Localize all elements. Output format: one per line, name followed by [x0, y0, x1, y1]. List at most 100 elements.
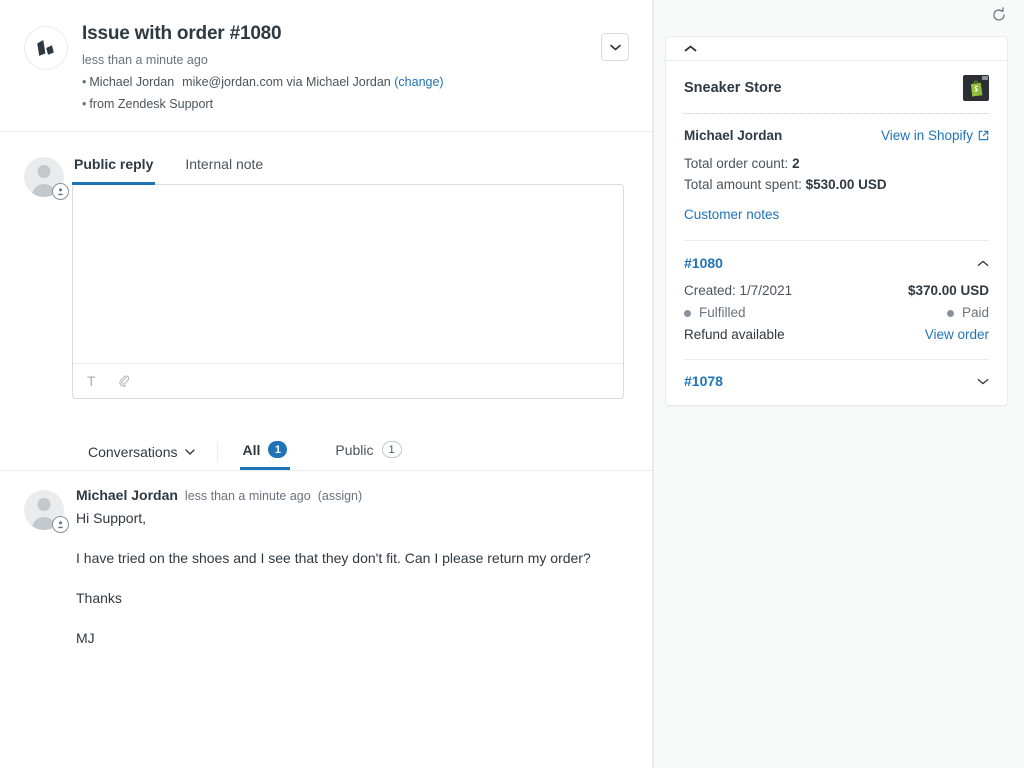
chevron-up-glyph — [977, 260, 989, 267]
apps-sidebar: Sneaker Store Michael Jordan — [653, 0, 1024, 768]
comment-paragraph: Hi Support, — [76, 508, 628, 528]
tab-all-conversations[interactable]: All 1 — [240, 441, 291, 470]
text-format-icon[interactable]: T — [87, 374, 96, 388]
store-header: Sneaker Store — [684, 75, 989, 114]
composer: Public reply Internal note T — [0, 132, 652, 399]
comment-paragraph: MJ — [76, 628, 628, 648]
assign-link[interactable]: (assign) — [318, 489, 362, 503]
total-amount-spent: Total amount spent: $530.00 USD — [684, 174, 989, 195]
main-pane: Issue with order #1080 less than a minut… — [0, 0, 653, 768]
comment-author: Michael Jordan — [76, 487, 178, 503]
avatar — [24, 157, 64, 197]
order-status-row: Fulfilled Paid — [684, 302, 989, 324]
toolbar-divider — [217, 442, 218, 462]
app-card-body: Sneaker Store Michael Jordan — [666, 61, 1007, 405]
ticket-requester-line: •Michael Jordan mike@jordan.com via Micha… — [82, 73, 628, 91]
chevron-down-icon — [185, 449, 195, 455]
order-created-date: Created: 1/7/2021 — [684, 280, 792, 302]
composer-tabs: Public reply Internal note — [72, 150, 624, 185]
chevron-down-glyph — [977, 378, 989, 385]
comment-paragraph: Thanks — [76, 588, 628, 608]
tab-internal-note[interactable]: Internal note — [183, 150, 265, 185]
reply-box: T — [72, 184, 624, 399]
status-dot-icon — [947, 310, 954, 317]
page-title: Issue with order #1080 — [82, 22, 628, 46]
comment-main: Michael Jordan less than a minute ago (a… — [76, 487, 628, 648]
person-icon — [56, 187, 65, 196]
customer-block: Michael Jordan View in Shopify Total ord… — [684, 114, 989, 224]
comment-avatar-column — [24, 487, 76, 530]
ticket-options-button[interactable] — [601, 33, 629, 61]
refresh-icon[interactable] — [991, 7, 1007, 23]
ticket-source: from Zendesk Support — [89, 97, 213, 111]
customer-notes-link[interactable]: Customer notes — [684, 207, 779, 222]
ticket-source-line: •from Zendesk Support — [82, 95, 628, 113]
comment-body: Hi Support, I have tried on the shoes an… — [76, 508, 628, 648]
fulfillment-status: Fulfilled — [684, 302, 746, 324]
composer-avatar-column — [24, 150, 72, 197]
end-user-badge-icon — [52, 516, 69, 533]
chevron-down-icon[interactable] — [977, 378, 989, 385]
total-amount-spent-label: Total amount spent: — [684, 177, 802, 192]
conversations-dropdown[interactable]: Conversations — [88, 444, 195, 470]
ticket-header: Issue with order #1080 less than a minut… — [0, 0, 652, 132]
tab-public-reply[interactable]: Public reply — [72, 150, 155, 185]
tab-public-conversations[interactable]: Public 1 — [332, 441, 404, 470]
attachment-icon[interactable] — [118, 374, 131, 389]
paperclip-glyph — [118, 374, 131, 389]
order-item-expanded: #1080 Created: 1/7/2021 $370.00 USD — [684, 241, 989, 346]
refresh-glyph — [991, 7, 1007, 23]
composer-main: Public reply Internal note T — [72, 150, 624, 399]
external-link-icon — [978, 130, 989, 141]
order-amount: $370.00 USD — [908, 280, 989, 302]
shopify-bag-glyph — [969, 80, 984, 97]
order-item-collapsed[interactable]: #1078 — [684, 360, 989, 389]
view-order-link[interactable]: View order — [925, 324, 989, 346]
payment-status-label: Paid — [962, 302, 989, 324]
avatar-head-shape — [38, 498, 51, 511]
order-refund-row: Refund available View order — [684, 324, 989, 346]
tab-all-label: All — [243, 442, 261, 458]
fulfillment-status-label: Fulfilled — [699, 302, 746, 324]
avatar — [24, 490, 64, 530]
avatar-head-shape — [38, 165, 51, 178]
requester-name: Michael Jordan — [89, 75, 174, 89]
requester-email: mike@jordan.com via Michael Jordan — [182, 75, 391, 89]
status-dot-icon — [684, 310, 691, 317]
ticket-header-text: Issue with order #1080 less than a minut… — [82, 22, 628, 113]
reply-toolbar: T — [73, 363, 623, 398]
total-amount-spent-value: $530.00 USD — [806, 177, 887, 192]
refund-available-label: Refund available — [684, 324, 785, 346]
bullet-glyph: • — [82, 97, 86, 111]
total-order-count-label: Total order count: — [684, 156, 788, 171]
chevron-up-icon[interactable] — [977, 260, 989, 267]
comment-timestamp: less than a minute ago — [185, 489, 311, 503]
app-card-collapse-button[interactable] — [666, 37, 1007, 61]
view-in-shopify-link[interactable]: View in Shopify — [881, 128, 989, 143]
person-icon — [56, 520, 65, 529]
shopify-app-card: Sneaker Store Michael Jordan — [665, 36, 1008, 406]
sidebar-topbar — [654, 0, 1024, 30]
order-created-row: Created: 1/7/2021 $370.00 USD — [684, 280, 989, 302]
conversations-bar: Conversations All 1 Public 1 — [0, 433, 652, 471]
chevron-up-icon — [684, 45, 697, 52]
bullet-glyph: • — [82, 75, 86, 89]
reply-input[interactable] — [73, 185, 623, 363]
total-order-count-value: 2 — [792, 156, 800, 171]
brand-avatar — [24, 26, 68, 70]
shopify-logo-icon — [963, 75, 989, 101]
order-header[interactable]: #1080 — [684, 255, 989, 271]
comment-header: Michael Jordan less than a minute ago (a… — [76, 487, 628, 503]
order-id[interactable]: #1080 — [684, 255, 723, 271]
order-id[interactable]: #1078 — [684, 373, 723, 389]
customer-name: Michael Jordan — [684, 128, 782, 143]
logo-corner-mark — [982, 76, 988, 80]
customer-name-row: Michael Jordan View in Shopify — [684, 128, 989, 143]
store-name: Sneaker Store — [684, 80, 782, 96]
chevron-down-icon — [610, 44, 621, 51]
view-in-shopify-label: View in Shopify — [881, 128, 973, 143]
comment-paragraph: I have tried on the shoes and I see that… — [76, 548, 628, 568]
tab-all-count-badge: 1 — [268, 441, 287, 458]
change-requester-link[interactable]: (change) — [394, 75, 443, 89]
tab-public-count-badge: 1 — [382, 441, 402, 458]
